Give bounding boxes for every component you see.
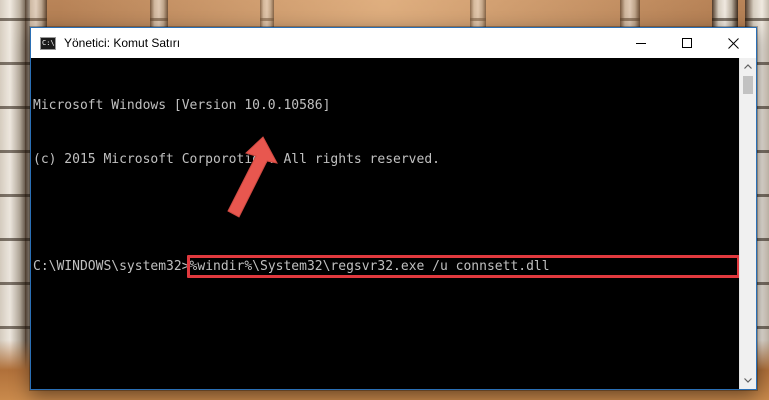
close-icon — [727, 37, 739, 49]
window-controls — [618, 28, 756, 58]
scroll-down-button[interactable] — [740, 372, 756, 389]
minimize-icon — [636, 43, 646, 44]
arrow-icon — [227, 136, 278, 218]
command-line[interactable]: C:\WINDOWS\system32>%windir%\System32\re… — [33, 255, 740, 278]
cmd-app-icon: C:\ — [40, 36, 56, 50]
scroll-up-button[interactable] — [740, 58, 756, 75]
maximize-icon — [682, 38, 692, 48]
maximize-button[interactable] — [664, 28, 710, 58]
console-prompt: C:\WINDOWS\system32> — [33, 259, 190, 274]
command-prompt-window: C:\ Yönetici: Komut Satırı Microsoft Win… — [30, 27, 757, 390]
highlight-box — [187, 255, 740, 278]
close-button[interactable] — [710, 28, 756, 58]
title-bar[interactable]: C:\ Yönetici: Komut Satırı — [31, 28, 756, 58]
console-line: Microsoft Windows [Version 10.0.10586] — [33, 98, 331, 113]
annotation-arrow — [227, 136, 278, 218]
window-title: Yönetici: Komut Satırı — [64, 36, 181, 50]
console-line: (c) 2015 Microsoft Corporotion. All righ… — [33, 152, 440, 167]
minimize-button[interactable] — [618, 28, 664, 58]
chevron-down-icon — [744, 378, 752, 383]
scrollbar-thumb[interactable] — [743, 76, 753, 94]
console-output[interactable]: Microsoft Windows [Version 10.0.10586] (… — [31, 58, 740, 389]
vertical-scrollbar[interactable] — [739, 58, 756, 389]
chevron-up-icon — [744, 64, 752, 69]
